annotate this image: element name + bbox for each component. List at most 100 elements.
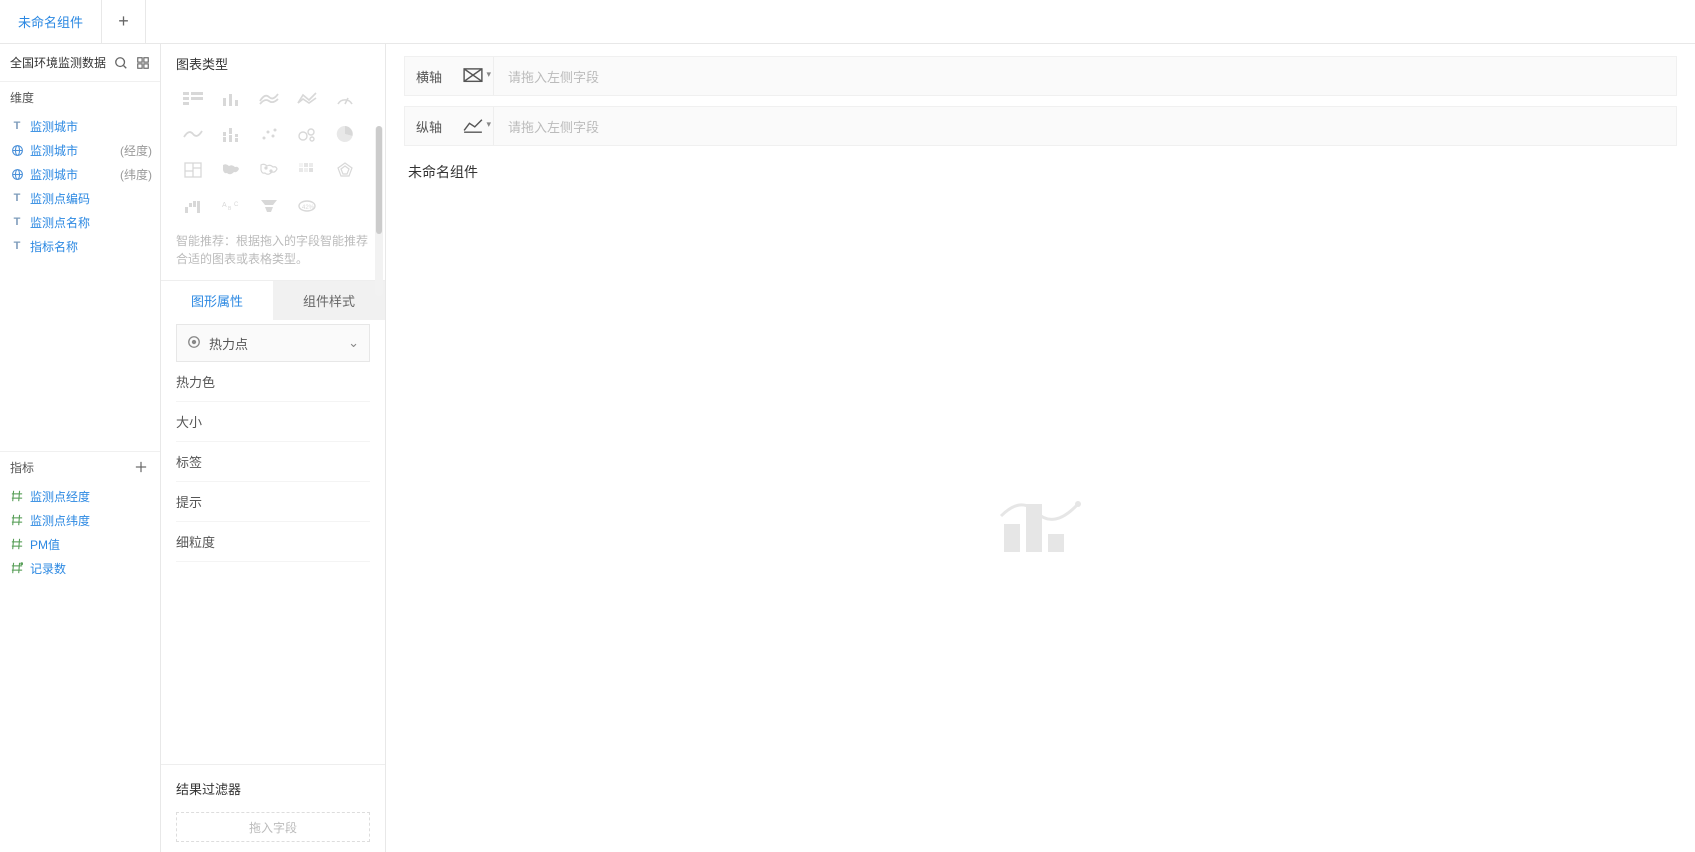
globe-icon <box>10 167 24 181</box>
chart-type-multi-line[interactable] <box>252 82 286 114</box>
prop-heat-color[interactable]: 热力色 <box>176 362 370 402</box>
number-type-icon <box>10 513 24 527</box>
tab-active[interactable]: 未命名组件 <box>0 0 102 44</box>
measure-item[interactable]: 记录数 <box>0 556 160 580</box>
x-axis-row: 横轴 ▾ 请拖入左侧字段 <box>404 56 1677 96</box>
canvas-panel: 横轴 ▾ 请拖入左侧字段 纵轴 ▾ 请拖入左侧字段 未命名组件 <box>386 44 1695 852</box>
top-tabbar: 未命名组件 + <box>0 0 1695 44</box>
chart-type-map-point[interactable] <box>252 154 286 186</box>
x-axis-dropzone[interactable]: 请拖入左侧字段 <box>493 57 1676 95</box>
svg-text:C: C <box>234 202 239 208</box>
measures-section: 指标 监测点经度 监测点纬度 <box>0 452 160 852</box>
svg-text:A: A <box>222 202 227 209</box>
text-type-icon: T <box>10 119 24 133</box>
tab-add-button[interactable]: + <box>102 0 146 44</box>
measure-name: 监测点经度 <box>30 488 152 505</box>
measure-name: 记录数 <box>30 560 152 577</box>
chart-grid-scrollbar[interactable] <box>375 126 383 296</box>
prop-label[interactable]: 标签 <box>176 442 370 482</box>
chart-type-heatmap[interactable] <box>290 154 324 186</box>
chart-type-treemap[interactable] <box>176 154 210 186</box>
tab-graphic-props[interactable]: 图形属性 <box>161 281 273 320</box>
graphic-property-list: 热力色 大小 标签 提示 细粒度 <box>161 362 385 562</box>
svg-text:42%: 42% <box>302 205 315 211</box>
chart-type-map-region[interactable] <box>214 154 248 186</box>
component-title[interactable]: 未命名组件 <box>404 156 1677 182</box>
scrollbar-thumb[interactable] <box>376 126 382 234</box>
dimension-name: 监测点名称 <box>30 214 152 231</box>
chart-type-radar[interactable] <box>328 154 362 186</box>
dimension-item[interactable]: 监测城市 (经度) <box>0 138 160 162</box>
chart-type-funnel[interactable] <box>252 190 286 222</box>
text-type-icon: T <box>10 215 24 229</box>
dimensions-section: 维度 T 监测城市 监测城市 (经度) 监 <box>0 82 160 452</box>
caret-down-icon: ▾ <box>486 119 491 130</box>
chart-type-pie[interactable] <box>328 118 362 150</box>
chart-type-bubble[interactable] <box>290 118 324 150</box>
text-type-icon: T <box>10 191 24 205</box>
chart-type-header: 图表类型 <box>161 44 385 82</box>
measure-name: PM值 <box>30 536 152 553</box>
dimension-name: 监测城市 <box>30 118 152 135</box>
measure-item[interactable]: PM值 <box>0 532 160 556</box>
svg-text:B: B <box>228 206 232 212</box>
datasource-name: 全国环境监测数据 <box>10 54 110 71</box>
datasource-switch-icon[interactable] <box>132 52 154 74</box>
measure-name: 监测点纬度 <box>30 512 152 529</box>
y-axis-dropzone[interactable]: 请拖入左侧字段 <box>493 107 1676 145</box>
filter-header: 结果过滤器 <box>176 779 370 798</box>
dimension-item[interactable]: 监测城市 (纬度) <box>0 162 160 186</box>
chart-type-gauge[interactable] <box>328 82 362 114</box>
prop-tooltip[interactable]: 提示 <box>176 482 370 522</box>
dimension-item[interactable]: T 指标名称 <box>0 234 160 258</box>
chart-type-waterfall[interactable] <box>176 190 210 222</box>
chart-type-stacked-bar[interactable] <box>214 118 248 150</box>
dimension-item[interactable]: T 监测城市 <box>0 114 160 138</box>
dimensions-header: 维度 <box>0 82 160 112</box>
chart-type-kpi[interactable]: 42% <box>290 190 324 222</box>
chart-type-hint: 智能推荐：根据拖入的字段智能推荐合适的图表或表格类型。 <box>161 222 385 280</box>
mark-type-dropdown[interactable]: 热力点 ⌄ <box>176 324 370 362</box>
property-tabs: 图形属性 组件样式 <box>161 280 385 320</box>
dimension-suffix: (经度) <box>120 142 152 159</box>
measure-item[interactable]: 监测点经度 <box>0 484 160 508</box>
chart-config-panel: 图表类型 <box>161 44 386 852</box>
dimension-name: 监测城市 <box>30 142 114 159</box>
search-icon[interactable] <box>110 52 132 74</box>
y-axis-label: 纵轴 <box>405 117 453 136</box>
chart-type-wordcloud[interactable]: ABC <box>214 190 248 222</box>
measures-header: 指标 <box>0 452 160 482</box>
chart-type-scatter[interactable] <box>252 118 286 150</box>
y-axis-row: 纵轴 ▾ 请拖入左侧字段 <box>404 106 1677 146</box>
filter-dropzone[interactable]: 拖入字段 <box>176 812 370 842</box>
chart-canvas <box>404 192 1677 852</box>
tab-component-style[interactable]: 组件样式 <box>273 281 385 320</box>
mark-type-label: 热力点 <box>209 334 248 353</box>
caret-down-icon: ▾ <box>486 69 491 80</box>
dimensions-header-label: 维度 <box>10 89 34 106</box>
dimension-item[interactable]: T 监测点编码 <box>0 186 160 210</box>
prop-granularity[interactable]: 细粒度 <box>176 522 370 562</box>
dimension-name: 监测点编码 <box>30 190 152 207</box>
add-measure-button[interactable] <box>130 456 152 478</box>
chart-type-column[interactable] <box>214 82 248 114</box>
plus-icon: + <box>118 11 129 32</box>
field-panel: 全国环境监测数据 维度 T 监测城市 监测城 <box>0 44 161 852</box>
x-axis-type-button[interactable]: ▾ <box>453 68 493 84</box>
text-type-icon: T <box>10 239 24 253</box>
chart-type-line[interactable] <box>176 118 210 150</box>
dimension-item[interactable]: T 监测点名称 <box>0 210 160 234</box>
dimension-name: 监测城市 <box>30 166 114 183</box>
prop-size[interactable]: 大小 <box>176 402 370 442</box>
chart-type-grouped-table[interactable] <box>176 82 210 114</box>
y-axis-type-button[interactable]: ▾ <box>453 118 493 134</box>
record-count-icon <box>10 561 24 575</box>
x-axis-label: 横轴 <box>405 67 453 86</box>
result-filter-section: 结果过滤器 拖入字段 <box>161 764 385 852</box>
chart-type-more[interactable] <box>328 190 362 222</box>
chevron-down-icon: ⌄ <box>348 335 359 351</box>
chart-type-area-range[interactable] <box>290 82 324 114</box>
dimension-suffix: (纬度) <box>120 166 152 183</box>
measure-item[interactable]: 监测点纬度 <box>0 508 160 532</box>
chart-type-grid: ABC 42% <box>176 82 385 222</box>
